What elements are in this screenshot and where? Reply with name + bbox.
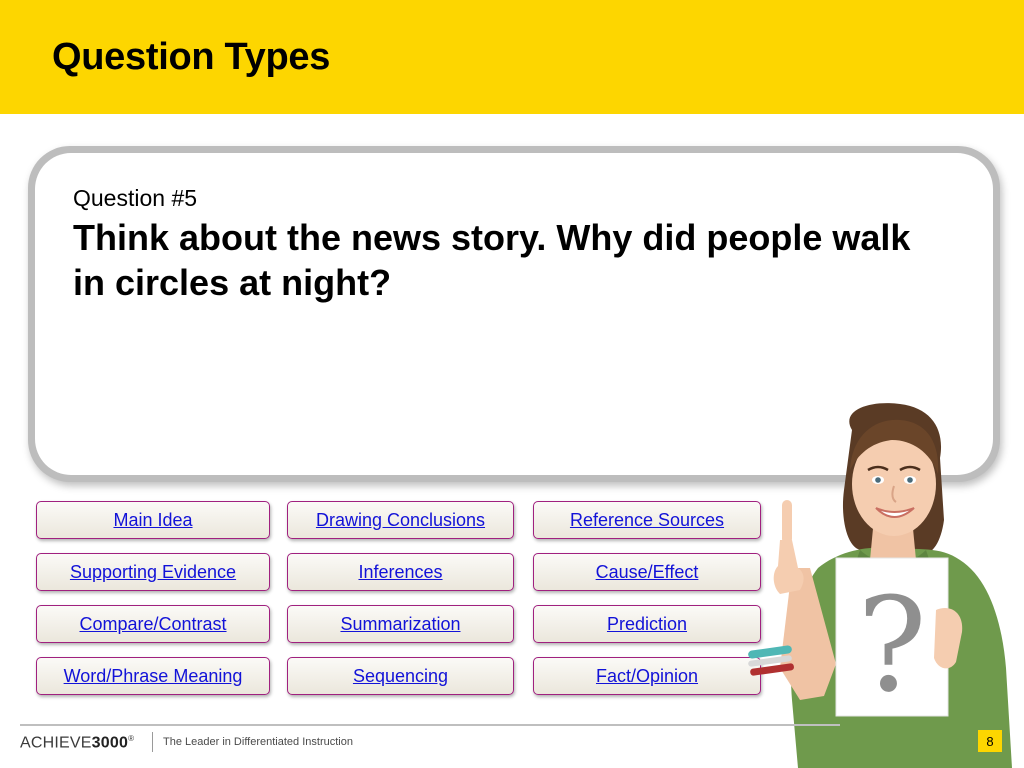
question-type-reference-sources[interactable]: Reference Sources xyxy=(533,501,761,539)
question-type-sequencing[interactable]: Sequencing xyxy=(287,657,514,695)
slide-title: Question Types xyxy=(52,36,331,78)
footer-divider xyxy=(20,724,840,726)
logo-registered-mark: ® xyxy=(128,734,135,743)
student-illustration: ? xyxy=(748,403,1012,768)
student-finger xyxy=(782,500,792,544)
footer-tagline: The Leader in Differentiated Instruction xyxy=(163,736,353,748)
question-type-supporting-evidence[interactable]: Supporting Evidence xyxy=(36,553,270,591)
question-type-fact-opinion[interactable]: Fact/Opinion xyxy=(533,657,761,695)
student-pointing-hand xyxy=(773,540,804,594)
question-types-grid: Main Idea Drawing Conclusions Reference … xyxy=(36,501,762,697)
question-type-cause-effect[interactable]: Cause/Effect xyxy=(533,553,761,591)
achieve3000-logo: ACHIEVE3000® xyxy=(20,734,134,752)
question-mark-glyph: ? xyxy=(857,569,927,721)
question-type-inferences[interactable]: Inferences xyxy=(287,553,514,591)
question-type-main-idea[interactable]: Main Idea xyxy=(36,501,270,539)
question-type-compare-contrast[interactable]: Compare/Contrast xyxy=(36,605,270,643)
question-type-drawing-conclusions[interactable]: Drawing Conclusions xyxy=(287,501,514,539)
page-number: 8 xyxy=(978,730,1002,752)
question-type-prediction[interactable]: Prediction xyxy=(533,605,761,643)
footer-separator xyxy=(152,732,153,752)
question-number: Question #5 xyxy=(73,185,198,211)
logo-text-light: ACHIEVE xyxy=(20,734,92,752)
question-text: Think about the news story. Why did peop… xyxy=(73,217,911,303)
question-type-word-phrase-meaning[interactable]: Word/Phrase Meaning xyxy=(36,657,270,695)
question-type-summarization[interactable]: Summarization xyxy=(287,605,514,643)
logo-text-bold: 3000 xyxy=(91,734,129,752)
